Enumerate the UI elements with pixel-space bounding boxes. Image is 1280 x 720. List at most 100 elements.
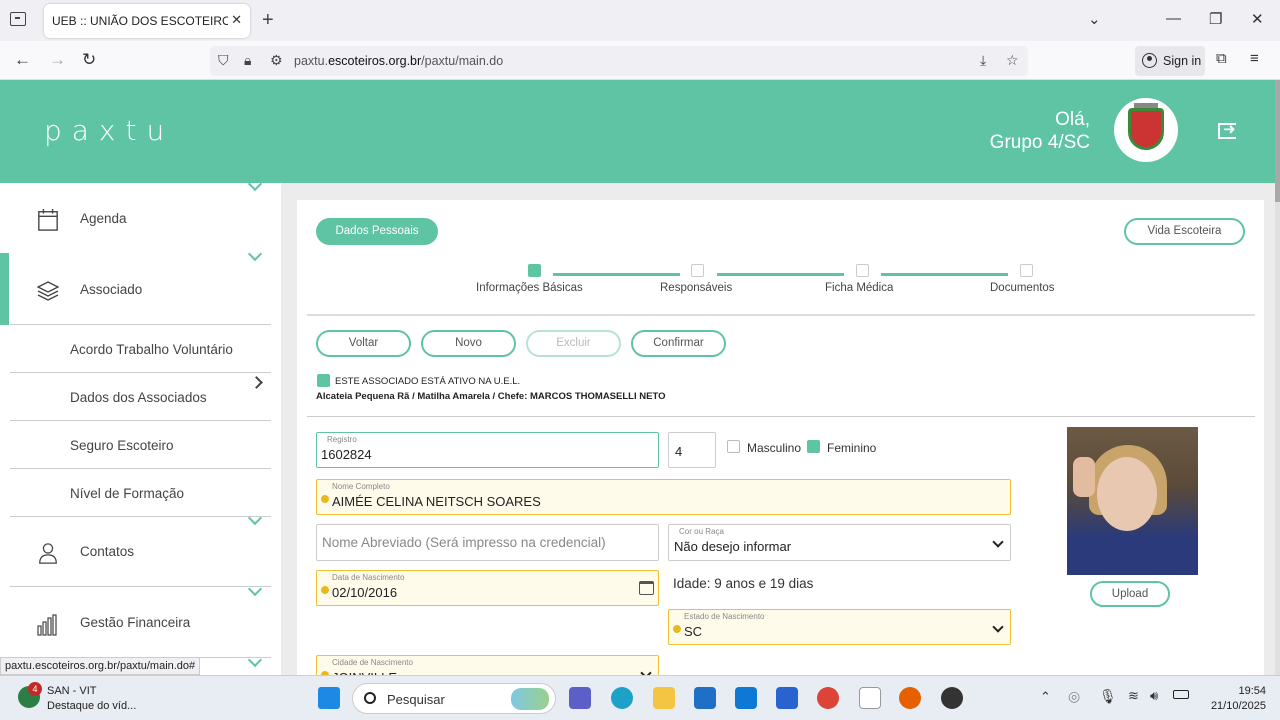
taskbar-clock[interactable]: 19:54 21/10/2025 [1211,684,1266,714]
voltar-button[interactable]: Voltar [316,330,411,357]
shield-icon[interactable]: ⛉ [218,52,229,69]
excluir-button[interactable]: Excluir [526,330,621,357]
obs-icon[interactable] [941,687,963,709]
step-ficha-medica[interactable] [856,264,869,277]
step-label[interactable]: Informações Básicas [476,282,583,294]
logout-icon[interactable] [1218,120,1236,139]
registro-field[interactable]: Registro 1602824 [316,432,659,468]
tab-close-icon[interactable]: ✕ [231,12,242,28]
sidebar-item-gestao-financeira[interactable]: Gestão Financeira [80,615,190,630]
back-icon[interactable]: ← [14,50,31,70]
sidebar-item-agenda[interactable]: Agenda [80,211,127,226]
upload-button[interactable]: Upload [1090,581,1170,607]
url-bar[interactable]: ⛉ 🔒︎ ⚙ paxtu.escoteiros.org.br/paxtu/mai… [210,46,1028,76]
novo-button[interactable]: Novo [421,330,516,357]
tray-overflow-icon[interactable]: ⌃ [1040,689,1051,705]
sign-in-button[interactable]: Sign in [1135,46,1205,76]
step-responsaveis[interactable] [691,264,704,277]
masculino-checkbox[interactable] [727,440,740,453]
step-documentos[interactable] [1020,264,1033,277]
step-label[interactable]: Responsáveis [660,282,732,294]
digito-field[interactable]: 4 [668,432,716,468]
browser-tab[interactable]: UEB :: UNIÃO DOS ESCOTEIROS DO ✕ [44,4,250,38]
step-informacoes-basicas[interactable] [528,264,541,277]
menu-icon[interactable]: ≡ [1250,50,1259,67]
sidebar-sub-acordo[interactable]: Acordo Trabalho Voluntário [70,342,233,357]
divider [10,372,271,373]
bookmark-star-icon[interactable]: ☆ [1006,52,1019,69]
volume-icon[interactable]: 🔊︎ [1150,688,1158,704]
news-subtitle: Destaque do víd... [47,700,137,712]
news-badge: 4 [28,682,42,696]
chevron-down-icon[interactable] [247,581,263,597]
confirmar-button[interactable]: Confirmar [631,330,726,357]
main-panel: Dados Pessoais Vida Escoteira Informaçõe… [297,200,1264,691]
group-crest-avatar[interactable] [1114,98,1178,162]
maximize-icon[interactable]: ❐ [1209,10,1222,28]
outlook-icon[interactable] [735,687,757,709]
sidebar-item-contatos[interactable]: Contatos [80,544,134,559]
sidebar-item-associado[interactable]: Associado [80,282,142,297]
edge-icon[interactable] [611,687,633,709]
chevron-down-icon[interactable] [247,510,263,526]
news-widget[interactable]: SAN - VIT Destaque do víd... [47,684,136,714]
field-label: Data de Nascimento [332,573,405,582]
vida-escoteira-button[interactable]: Vida Escoteira [1124,218,1245,245]
minimize-icon[interactable]: — [1166,10,1181,27]
tab-list-icon[interactable] [10,12,26,26]
chevron-right-icon[interactable] [250,376,263,389]
chevron-down-icon[interactable] [247,246,263,262]
reload-icon[interactable]: ↻ [82,50,96,70]
cor-raca-select[interactable]: Cor ou Raça Não desejo informar [668,524,1011,561]
taskbar-search[interactable]: Pesquisar [352,683,556,714]
lock-icon[interactable]: 🔒︎ [244,52,251,69]
sidebar-sub-dados-associados[interactable]: Dados dos Associados [70,390,207,405]
dados-pessoais-button[interactable]: Dados Pessoais [316,218,438,245]
divider [10,468,271,469]
nome-completo-field[interactable]: Nome Completo AIMÉE CELINA NEITSCH SOARE… [316,479,1011,515]
clock-date: 21/10/2025 [1210,700,1266,712]
news-title: SAN - VIT [47,685,97,697]
dropbox-icon[interactable] [776,687,798,709]
link-status-tooltip: paxtu.escoteiros.org.br/paxtu/main.do# [0,657,201,675]
browser-navbar: ← → ↻ ⛉ 🔒︎ ⚙ paxtu.escoteiros.org.br/pax… [0,41,1280,80]
paxtu-logo[interactable]: paxtu [44,114,174,147]
windows-taskbar: 4 SAN - VIT Destaque do víd... Pesquisar… [0,675,1280,720]
estado-nascimento-value: SC [684,624,703,639]
feminino-checkbox[interactable] [807,440,820,453]
store-icon[interactable] [694,687,716,709]
teams-icon[interactable] [569,687,591,709]
divider [10,516,271,517]
page-scrollbar-thumb[interactable] [1275,80,1280,202]
wifi-icon[interactable]: ≋ [1128,688,1139,704]
sidebar-sub-nivel-formacao[interactable]: Nível de Formação [70,486,184,501]
active-status-icon [317,374,330,387]
step-label[interactable]: Documentos [990,282,1055,294]
download-page-icon[interactable]: ⤓ [980,52,986,69]
field-label: Estado de Nascimento [684,612,765,621]
data-nascimento-field[interactable]: Data de Nascimento 02/10/2016 [316,570,659,606]
chrome-icon[interactable] [817,687,839,709]
tab-overflow-icon[interactable]: ⌄ [1088,10,1101,28]
amazon-icon[interactable] [859,687,881,709]
calendar-icon[interactable] [639,581,654,595]
file-explorer-icon[interactable] [653,687,675,709]
battery-icon[interactable] [1173,690,1189,699]
forward-icon[interactable]: → [49,50,66,70]
url-text: paxtu.escoteiros.org.br/paxtu/main.do [294,54,504,68]
tray-app-icon[interactable]: ◎ [1068,688,1080,705]
new-tab-icon[interactable]: + [262,9,274,32]
required-dot-icon [673,625,681,633]
microphone-icon[interactable]: 🎙︎ [1099,688,1117,705]
chevron-down-icon[interactable] [247,652,263,668]
windows-start-icon[interactable] [318,687,340,709]
field-label: Registro [327,435,357,444]
nome-abreviado-field[interactable]: Nome Abreviado (Será impresso na credenc… [316,524,659,561]
firefox-icon[interactable] [899,687,921,709]
extensions-icon[interactable]: ⧉ [1216,50,1227,67]
sidebar-sub-seguro[interactable]: Seguro Escoteiro [70,438,174,453]
permissions-icon[interactable]: ⚙ [270,52,283,69]
close-window-icon[interactable]: ✕ [1251,10,1264,28]
estado-nascimento-select[interactable]: Estado de Nascimento SC [668,609,1011,645]
step-label[interactable]: Ficha Médica [825,282,893,294]
